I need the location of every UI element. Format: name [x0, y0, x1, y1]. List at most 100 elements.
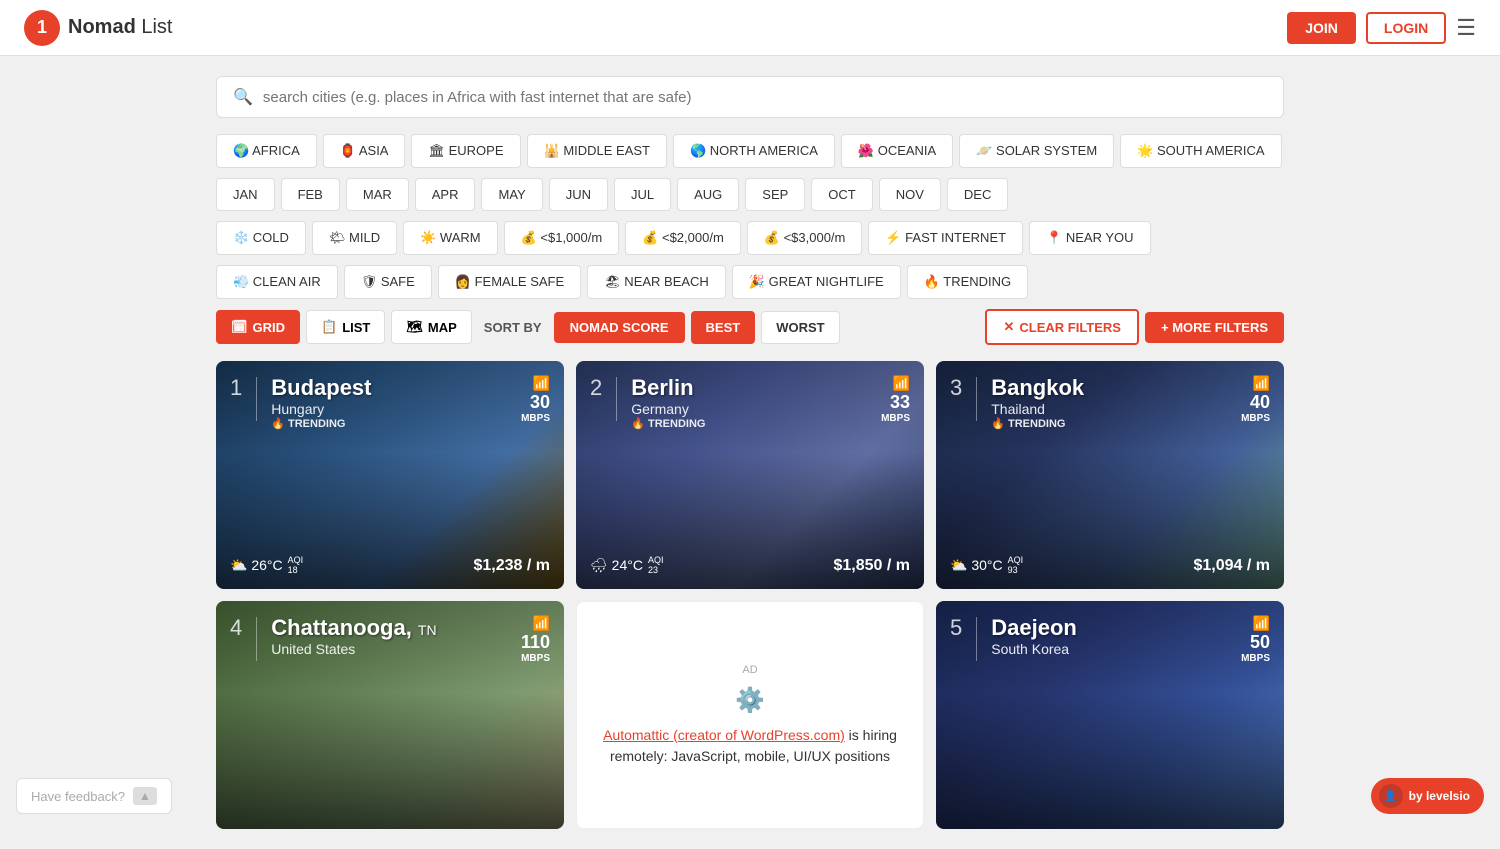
clear-filters-button[interactable]: ✕ CLEAR FILTERS [985, 309, 1139, 345]
month-filter-btn[interactable]: DEC [947, 178, 1008, 211]
month-filter-btn[interactable]: JUN [549, 178, 608, 211]
city-cost: $1,850 / m [834, 557, 911, 575]
extra-filter-btn[interactable]: 🏖 NEAR BEACH [587, 265, 726, 299]
region-filter-btn[interactable]: 🌍 AFRICA [216, 134, 317, 168]
worst-button[interactable]: WORST [761, 311, 839, 344]
region-filter-btn[interactable]: 🪐 SOLAR SYSTEM [959, 134, 1114, 168]
menu-button[interactable]: ☰ [1456, 15, 1476, 41]
city-weather: ⛅ 26°C AQI18 [230, 555, 303, 575]
sort-label: SORT BY [478, 312, 548, 343]
cost-filter-btn[interactable]: 💰 <$3,000/m [747, 221, 863, 255]
city-grid: 1 Budapest Hungary 🔥 TRENDING 📶 30 MBPS [216, 361, 1284, 829]
extra-filter-btn[interactable]: 👩 FEMALE SAFE [438, 265, 581, 299]
city-wifi: 📶 40 MBPS [1241, 375, 1270, 424]
region-filter-btn[interactable]: 🕌 MIDDLE EAST [527, 134, 667, 168]
special-filter-btn[interactable]: ⚡ FAST INTERNET [868, 221, 1023, 255]
ad-link[interactable]: Automattic (creator of WordPress.com) [603, 727, 845, 743]
month-filter-btn[interactable]: NOV [879, 178, 941, 211]
feedback-arrow: ▲ [133, 787, 157, 805]
extra-filter-btn[interactable]: 🔥 TRENDING [907, 265, 1028, 299]
month-filter-btn[interactable]: FEB [281, 178, 340, 211]
search-bar: 🔍 [216, 76, 1284, 118]
header: 1 Nomad List JOIN LOGIN ☰ [0, 0, 1500, 56]
city-country: Germany [631, 401, 705, 417]
city-name: Bangkok [991, 375, 1084, 401]
levels-avatar: 👤 [1379, 784, 1403, 808]
search-input[interactable] [263, 89, 1267, 106]
city-card-bangkok[interactable]: 3 Bangkok Thailand 🔥 TRENDING 📶 40 MBPS [936, 361, 1284, 589]
region-filter-btn[interactable]: 🏛 EUROPE [411, 134, 520, 168]
ad-logo: ⚙️ [735, 686, 765, 715]
city-country: South Korea [991, 641, 1077, 657]
region-filter-btn[interactable]: 🏮 ASIA [323, 134, 406, 168]
city-wifi: 📶 110 MBPS [521, 615, 550, 664]
feedback-bar[interactable]: Have feedback? ▲ [16, 778, 172, 814]
ad-card: AD ⚙️ Automattic (creator of WordPress.c… [576, 601, 924, 829]
city-name: Budapest [271, 375, 371, 401]
city-rank: 4 [230, 615, 242, 641]
month-filter-btn[interactable]: APR [415, 178, 476, 211]
levels-badge[interactable]: 👤 by levelsio [1371, 778, 1484, 814]
ad-text: Automattic (creator of WordPress.com) is… [597, 725, 903, 767]
view-controls: 🗓 GRID 📋 LIST 🗺 MAP SORT BY NOMAD SCORE … [216, 309, 1284, 345]
feedback-label: Have feedback? [31, 789, 125, 804]
extra-filter-btn[interactable]: 🎉 GREAT NIGHTLIFE [732, 265, 901, 299]
region-filter-btn[interactable]: 🌺 OCEANIA [841, 134, 953, 168]
city-rank: 2 [590, 375, 602, 401]
cost-filter-btn[interactable]: 💰 <$2,000/m [625, 221, 741, 255]
logo-icon: 1 [24, 10, 60, 46]
levels-label: by levelsio [1409, 789, 1470, 803]
more-filters-button[interactable]: + MORE FILTERS [1145, 312, 1284, 343]
region-filter-btn[interactable]: 🌎 NORTH AMERICA [673, 134, 835, 168]
city-rank: 3 [950, 375, 962, 401]
climate-filter-btn[interactable]: ☀️ WARM [403, 221, 497, 255]
city-card-chattanooga[interactable]: 4 Chattanooga, TN United States 📶 110 MB… [216, 601, 564, 829]
city-rank: 1 [230, 375, 242, 401]
special-filter-btn[interactable]: 📍 NEAR YOU [1029, 221, 1150, 255]
extra-filter-row: 💨 CLEAN AIR🛡 SAFE👩 FEMALE SAFE🏖 NEAR BEA… [216, 265, 1284, 299]
city-rank: 5 [950, 615, 962, 641]
climate-filter-row: ❄️ COLD🌤 MILD☀️ WARM💰 <$1,000/m💰 <$2,000… [216, 221, 1284, 255]
month-filter-btn[interactable]: MAY [481, 178, 542, 211]
grid-button[interactable]: 🗓 GRID [216, 310, 300, 344]
city-country: United States [271, 641, 436, 657]
city-cost: $1,238 / m [474, 557, 551, 575]
city-card-daejeon[interactable]: 5 Daejeon South Korea 📶 50 MBPS [936, 601, 1284, 829]
map-button[interactable]: 🗺 MAP [391, 310, 471, 344]
list-button[interactable]: 📋 LIST [306, 310, 385, 344]
logo-text: Nomad List [68, 16, 172, 39]
month-filter-btn[interactable]: AUG [677, 178, 739, 211]
city-wifi: 📶 50 MBPS [1241, 615, 1270, 664]
city-name: Daejeon [991, 615, 1077, 641]
best-button[interactable]: BEST [691, 311, 756, 344]
city-wifi: 📶 33 MBPS [881, 375, 910, 424]
climate-filter-btn[interactable]: 🌤 MILD [312, 221, 397, 255]
main-content: 🔍 🌍 AFRICA🏮 ASIA🏛 EUROPE🕌 MIDDLE EAST🌎 N… [200, 56, 1300, 849]
city-weather: ⛅ 30°C AQI93 [950, 555, 1023, 575]
login-button[interactable]: LOGIN [1366, 12, 1446, 44]
month-filter-btn[interactable]: SEP [745, 178, 805, 211]
extra-filter-btn[interactable]: 💨 CLEAN AIR [216, 265, 338, 299]
logo[interactable]: 1 Nomad List [24, 10, 172, 46]
month-filter-btn[interactable]: OCT [811, 178, 872, 211]
city-badge: 🔥 TRENDING [631, 417, 705, 430]
city-country: Hungary [271, 401, 371, 417]
city-badge: 🔥 TRENDING [271, 417, 371, 430]
city-cost: $1,094 / m [1194, 557, 1271, 575]
region-filter-row: 🌍 AFRICA🏮 ASIA🏛 EUROPE🕌 MIDDLE EAST🌎 NOR… [216, 134, 1284, 168]
city-badge: 🔥 TRENDING [991, 417, 1084, 430]
cost-filter-btn[interactable]: 💰 <$1,000/m [504, 221, 620, 255]
climate-filter-btn[interactable]: ❄️ COLD [216, 221, 306, 255]
month-filter-btn[interactable]: JAN [216, 178, 275, 211]
city-card-berlin[interactable]: 2 Berlin Germany 🔥 TRENDING 📶 33 MBPS [576, 361, 924, 589]
region-filter-btn[interactable]: 🌟 SOUTH AMERICA [1120, 134, 1281, 168]
city-wifi: 📶 30 MBPS [521, 375, 550, 424]
city-name: Berlin [631, 375, 705, 401]
month-filter-btn[interactable]: MAR [346, 178, 409, 211]
month-filter-btn[interactable]: JUL [614, 178, 671, 211]
extra-filter-btn[interactable]: 🛡 SAFE [344, 265, 432, 299]
city-card-budapest[interactable]: 1 Budapest Hungary 🔥 TRENDING 📶 30 MBPS [216, 361, 564, 589]
nomad-score-button[interactable]: NOMAD SCORE [554, 312, 685, 343]
join-button[interactable]: JOIN [1287, 12, 1356, 44]
search-icon: 🔍 [233, 87, 253, 107]
